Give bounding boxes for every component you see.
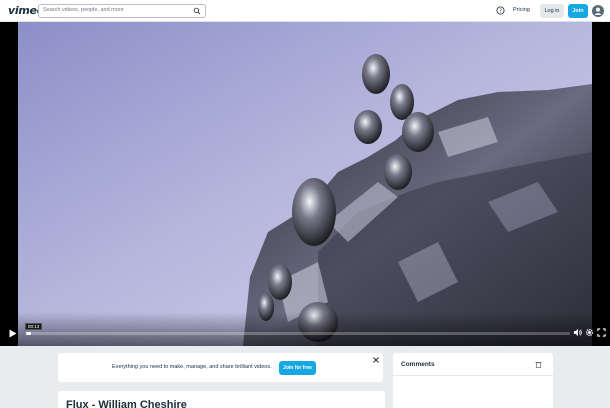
help-icon[interactable]: ? [496,6,505,15]
video-title: Flux - William Cheshire [66,399,187,408]
user-avatar-icon[interactable] [592,5,604,17]
join-button[interactable]: Join [568,4,588,18]
trash-icon[interactable] [535,361,542,368]
video-frame[interactable] [18,22,592,346]
site-header: vimeo Search videos, people, and more ? … [0,0,610,22]
close-icon[interactable] [372,356,380,364]
search-icon[interactable] [193,7,201,15]
svg-text:?: ? [499,8,502,14]
play-icon[interactable] [9,329,17,338]
progress-bar[interactable] [26,332,570,335]
promo-text: Everything you need to make, manage, and… [112,364,272,370]
video-player[interactable] [0,22,610,346]
divider [393,375,553,376]
login-button[interactable]: Log in [540,4,564,18]
search-bar[interactable]: Search videos, people, and more [38,4,206,18]
time-tooltip: 00:13 [25,323,43,330]
comments-title: Comments [401,361,435,368]
settings-gear-icon[interactable] [585,328,594,337]
volume-icon[interactable] [573,328,582,337]
video-info-card: Flux - William Cheshire [58,391,385,408]
controls-gradient [0,312,610,346]
progress-fill [26,332,32,335]
promo-banner: Everything you need to make, manage, and… [58,353,383,382]
search-input[interactable]: Search videos, people, and more [43,7,124,13]
comments-panel: Comments [393,353,553,408]
join-for-free-button[interactable]: Join for free [279,361,316,375]
pricing-link[interactable]: Pricing [513,7,530,13]
fullscreen-icon[interactable] [597,328,606,337]
